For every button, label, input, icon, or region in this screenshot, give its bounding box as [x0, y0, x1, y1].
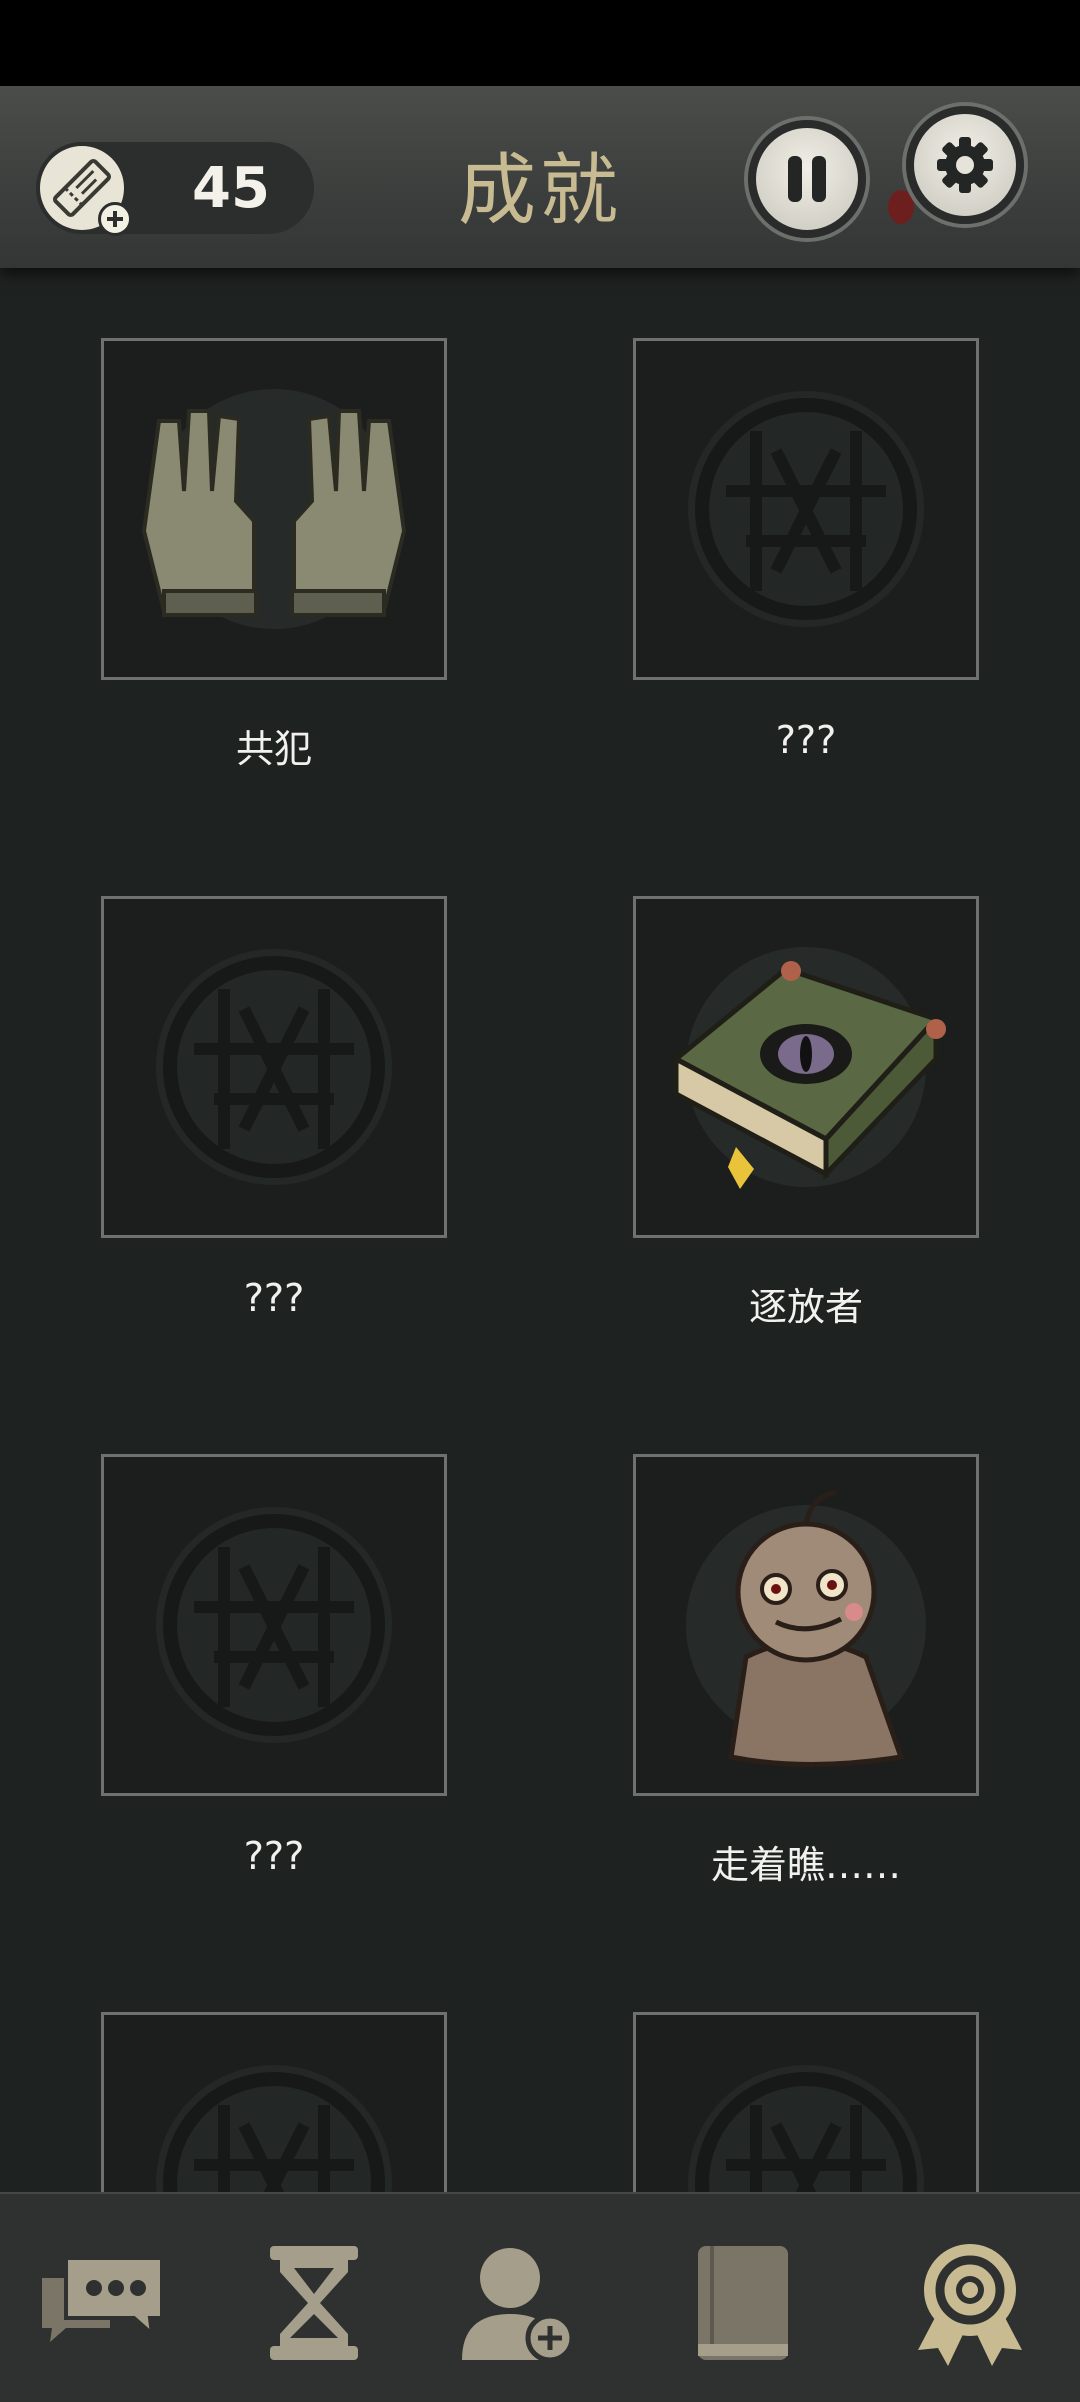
pause-button[interactable] [748, 120, 866, 238]
header-bar: 45 成就 [0, 86, 1080, 268]
achievement-label: 共犯 [235, 727, 312, 771]
eye-book-icon [671, 947, 946, 1189]
achievement-card[interactable] [101, 896, 447, 1238]
bottom-nav [0, 2192, 1080, 2402]
nav-hourglass[interactable] [244, 2238, 384, 2368]
hourglass-icon [270, 2246, 358, 2360]
add-friend-icon [462, 2248, 575, 2363]
achievement-card[interactable] [633, 338, 979, 680]
book-icon [698, 2246, 788, 2360]
achievement-label: ??? [775, 718, 837, 762]
achievement-label: 走着瞧…… [710, 1843, 901, 1887]
locked-seal-icon [156, 1507, 392, 1743]
achievement-grid: 共犯 ??? ??? 逐放者 ??? 走着瞧…… [0, 268, 1080, 2192]
achievement-card[interactable] [101, 338, 447, 680]
achievement-card[interactable] [101, 2012, 447, 2192]
settings-button[interactable] [906, 106, 1024, 224]
achievement-card[interactable] [633, 896, 979, 1238]
achievement-label: 逐放者 [748, 1285, 863, 1329]
gloves-icon [141, 389, 407, 629]
achievement-card[interactable] [101, 1454, 447, 1796]
nav-add-friend[interactable] [446, 2238, 586, 2368]
locked-seal-icon [688, 391, 924, 627]
gear-icon [937, 137, 993, 193]
chat-icon [42, 2256, 164, 2342]
nav-book[interactable] [668, 2238, 808, 2368]
status-bar [0, 0, 1080, 86]
doll-icon [686, 1489, 926, 1767]
pause-icon [788, 156, 826, 202]
nav-chat[interactable] [32, 2238, 172, 2368]
locked-seal-icon [156, 2065, 392, 2192]
blood-stain-decoration [888, 190, 914, 224]
achievement-label: ??? [243, 1834, 305, 1878]
nav-achievements[interactable] [900, 2238, 1040, 2368]
achievement-card[interactable] [633, 2012, 979, 2192]
medal-icon [918, 2244, 1022, 2366]
achievement-card[interactable] [633, 1454, 979, 1796]
locked-seal-icon [156, 949, 392, 1185]
achievement-label: ??? [243, 1276, 305, 1320]
locked-seal-icon [688, 2065, 924, 2192]
